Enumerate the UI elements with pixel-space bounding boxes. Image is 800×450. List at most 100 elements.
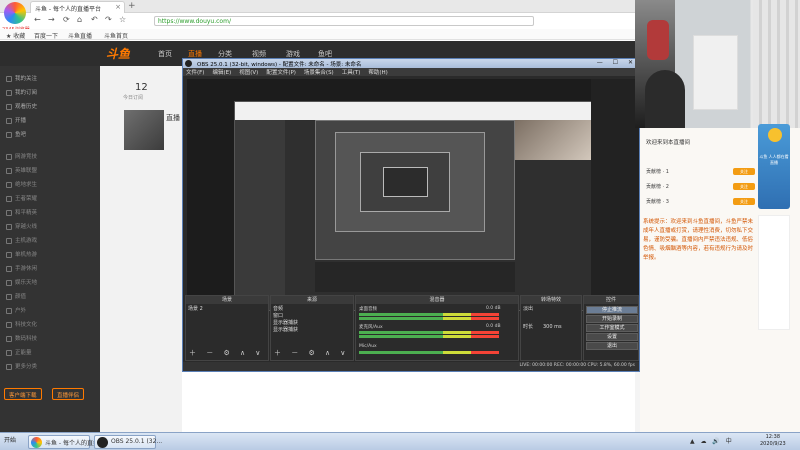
live-companion-button[interactable]: 直播伴侣	[52, 388, 85, 400]
system-tray[interactable]: ▲ ☁ 🔊 中	[690, 436, 734, 445]
exit-button[interactable]: 退出	[586, 342, 638, 350]
transitions-dock: 转场特效 淡出 时长 300 ms	[520, 295, 582, 361]
star-icon[interactable]: ☆	[119, 15, 126, 24]
sidebar-item-label: 绝地求生	[15, 182, 38, 188]
undo-icon[interactable]: ↶	[91, 15, 98, 24]
obs-menu-item[interactable]: 文件(F)	[186, 70, 204, 76]
source-item[interactable]: 显示器捕获	[273, 327, 298, 334]
client-download-button[interactable]: 客户端下载	[4, 388, 42, 400]
obs-menu-bar: 文件(F) 编辑(E) 视图(V) 配置文件(P) 场景集合(S) 工具(T) 帮助(H)	[183, 68, 639, 76]
sidebar-item[interactable]: 我的关注	[6, 74, 37, 82]
clock[interactable]: 12:38 2020/9/23	[760, 434, 786, 448]
source-item[interactable]: 音频	[273, 306, 298, 313]
taskbar-obs[interactable]: OBS 25.0.1 (32...	[94, 435, 162, 449]
tab-title: 斗鱼 - 每个人的直播平台	[35, 6, 101, 13]
taskbar-obs-label: OBS 25.0.1 (32...	[111, 438, 163, 445]
captured-screen	[234, 101, 594, 311]
source-item[interactable]: 显示器捕获	[273, 320, 298, 327]
webcam-feed	[635, 0, 800, 128]
chat-badge[interactable]: 关注	[733, 198, 755, 205]
window-controls[interactable]: — ☐ ✕	[597, 59, 637, 66]
sidebar-item[interactable]: 鱼吧	[6, 130, 26, 138]
transition-duration[interactable]: 300 ms	[543, 324, 562, 331]
sidebar-item[interactable]: 英雄联盟	[6, 166, 37, 174]
obs-menu-item[interactable]: 工具(T)	[342, 70, 361, 76]
sidebar-item[interactable]: 网游竞技	[6, 152, 37, 160]
stop-streaming-button[interactable]: 停止推流	[586, 306, 638, 314]
cam-shelf	[693, 35, 738, 110]
start-recording-button[interactable]: 开始录制	[586, 315, 638, 323]
obs-menu-item[interactable]: 配置文件(P)	[266, 70, 296, 76]
scene-item[interactable]: 场景 2	[188, 306, 203, 313]
source-item[interactable]: 窗口	[273, 313, 298, 320]
bookmark-item[interactable]: 百度一下	[34, 31, 58, 40]
bookmark-item[interactable]: ★ 收藏	[6, 31, 25, 40]
category-icon	[6, 209, 12, 216]
sidebar-item[interactable]: 绝地求生	[6, 180, 37, 188]
sources-controls[interactable]: ＋ － ⚙ ∧ ∨	[274, 348, 349, 358]
settings-button[interactable]: 设置	[586, 333, 638, 341]
sidebar-item[interactable]: 娱乐天地	[6, 278, 37, 286]
sidebar-item-label: 观看历史	[15, 104, 38, 110]
forward-icon[interactable]: →	[48, 15, 55, 24]
address-bar[interactable]: https://www.douyu.com/	[154, 16, 534, 26]
sidebar-item[interactable]: 开播	[6, 116, 26, 124]
sidebar-item[interactable]: 观看历史	[6, 102, 37, 110]
bookmark-item[interactable]: 斗鱼首页	[104, 31, 128, 40]
sidebar-item[interactable]: 户外	[6, 306, 26, 314]
category-icon	[6, 251, 12, 258]
sidebar-item[interactable]: 主机游戏	[6, 236, 37, 244]
sidebar-item[interactable]: 更多分类	[6, 362, 37, 370]
sidebar-item[interactable]: 手游休闲	[6, 264, 37, 272]
nav-home[interactable]: 首页	[158, 49, 172, 59]
start-button[interactable]: 开始	[2, 435, 24, 448]
reload-icon[interactable]: ⟳	[63, 15, 70, 24]
tab-bar: 斗鱼 - 每个人的直播平台 × +	[0, 0, 635, 13]
close-tab-icon[interactable]: ×	[115, 3, 121, 11]
redo-icon[interactable]: ↷	[105, 15, 112, 24]
sidebar-item-label: 户外	[15, 308, 27, 314]
chat-badge[interactable]: 关注	[733, 168, 755, 175]
chat-row: 贡献榜 · 1	[646, 169, 669, 175]
sidebar-item-label: 开播	[15, 118, 27, 124]
sidebar-item[interactable]: 科技文化	[6, 320, 37, 328]
obs-menu-item[interactable]: 帮助(H)	[368, 70, 387, 76]
obs-status-bar: LIVE: 00:00:00 REC: 00:00:00 CPU: 5.8%, …	[183, 362, 639, 371]
obs-preview[interactable]	[187, 79, 594, 311]
sources-list: 音频 窗口 显示器捕获 显示器捕获	[273, 306, 298, 334]
obs-menu-item[interactable]: 视图(V)	[239, 70, 258, 76]
chat-row: 贡献榜 · 3	[646, 199, 669, 205]
sidebar-item[interactable]: 单机热游	[6, 250, 37, 258]
scenes-controls[interactable]: ＋ － ⚙ ∧ ∨	[189, 348, 264, 358]
sidebar-item[interactable]: 我的订阅	[6, 88, 37, 96]
mixer-track-label: Mic/Aux	[359, 344, 377, 349]
category-icon	[6, 181, 12, 188]
browser-tab[interactable]: 斗鱼 - 每个人的直播平台 ×	[30, 1, 125, 13]
sidebar-item[interactable]: 王者荣耀	[6, 194, 37, 202]
obs-menu-item[interactable]: 场景集合(S)	[304, 70, 334, 76]
browser-logo	[4, 2, 26, 24]
mixer-track-label: 桌面音频	[359, 307, 377, 312]
category-icon	[6, 167, 12, 174]
douyu-logo[interactable]: 斗鱼	[106, 45, 130, 62]
chat-badge[interactable]: 关注	[733, 183, 755, 190]
audio-meter	[359, 317, 499, 320]
bookmark-item[interactable]: 斗鱼直播	[68, 31, 92, 40]
category-icon	[6, 335, 12, 342]
home-icon[interactable]: ⌂	[77, 15, 82, 24]
new-tab-icon[interactable]: +	[128, 1, 136, 11]
sidebar-item[interactable]: 颜值	[6, 292, 26, 300]
obs-menu-item[interactable]: 编辑(E)	[212, 70, 231, 76]
sidebar-item[interactable]: 数码科技	[6, 334, 37, 342]
transition-type[interactable]: 淡出	[523, 306, 533, 313]
category-icon	[6, 89, 12, 96]
sidebar-item[interactable]: 正能量	[6, 348, 32, 356]
back-icon[interactable]: ←	[34, 15, 41, 24]
studio-mode-button[interactable]: 工作室模式	[586, 324, 638, 332]
sidebar-item[interactable]: 和平精英	[6, 208, 37, 216]
mixer-track-db: 0.0 dB	[486, 324, 501, 329]
captured-webcam	[515, 120, 593, 160]
taskbar-browser[interactable]: 斗鱼 - 每个人的直播平台	[28, 435, 111, 449]
sidebar-item[interactable]: 穿越火线	[6, 222, 37, 230]
stream-thumbnail[interactable]	[124, 110, 164, 150]
